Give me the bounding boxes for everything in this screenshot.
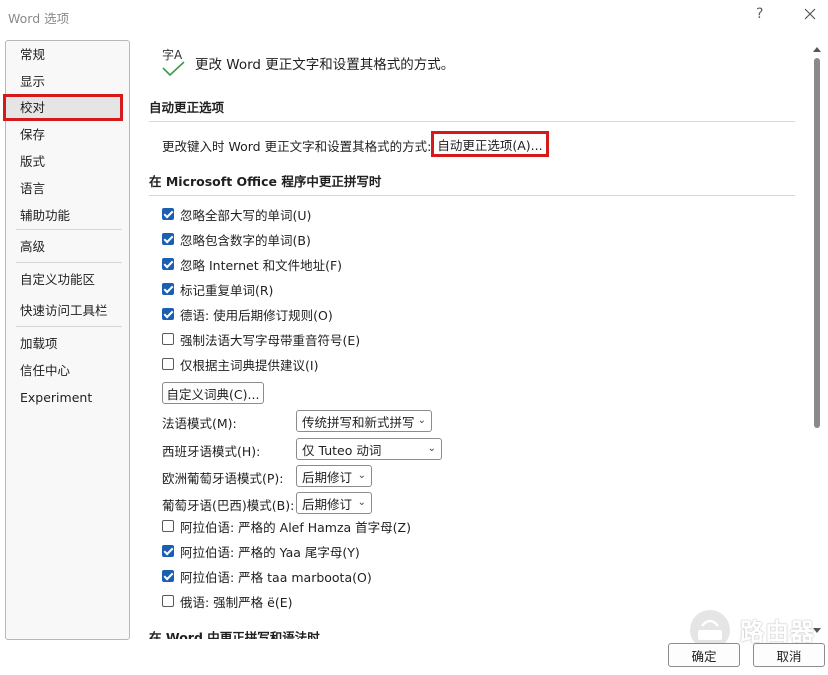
checkbox-checked-icon[interactable] xyxy=(162,283,174,295)
options-sidebar: 常规 显示 校对 保存 版式 语言 辅助功能 高级 自定义功能区 快速访问工具栏… xyxy=(3,40,130,640)
cancel-button[interactable]: 取消 xyxy=(753,643,825,667)
sidebar-item-general[interactable]: 常规 xyxy=(20,47,45,63)
checkbox-label: 德语: 使用后期修订规则(O) xyxy=(180,307,333,323)
checkbox-ignore-numbers[interactable]: 忽略包含数字的单词(B) xyxy=(162,231,311,248)
autocorrect-options-button[interactable]: 自动更正选项(A)... xyxy=(431,131,549,157)
chevron-down-icon: ⌄ xyxy=(357,497,366,508)
checkbox-french-accented[interactable]: 强制法语大写字母带重音符号(E) xyxy=(162,331,361,348)
proofing-abc-check-icon: 字A xyxy=(160,46,188,80)
checkbox-german-post-reform[interactable]: 德语: 使用后期修订规则(O) xyxy=(162,306,333,323)
checkbox-label: 忽略全部大写的单词(U) xyxy=(180,207,312,223)
scrollbar-thumb[interactable] xyxy=(814,58,820,428)
select-value: 传统拼写和新式拼写 xyxy=(302,414,415,430)
checkbox-russian-strict-yo[interactable]: 俄语: 强制严格 ë(E) xyxy=(162,593,293,610)
section-divider xyxy=(149,121,795,122)
checkbox-unchecked-icon[interactable] xyxy=(162,595,174,607)
custom-dictionaries-button[interactable]: 自定义词典(C)... xyxy=(162,382,264,404)
sidebar-divider xyxy=(16,229,122,230)
sidebar-item-advanced[interactable]: 高级 xyxy=(20,239,45,255)
scroll-up-arrow-icon[interactable] xyxy=(812,44,822,54)
sidebar-item-layout[interactable]: 版式 xyxy=(20,154,45,170)
sidebar-item-add-ins[interactable]: 加载项 xyxy=(20,336,58,352)
sidebar-divider xyxy=(16,326,122,327)
checkbox-checked-icon[interactable] xyxy=(162,308,174,320)
autocorrect-label: 更改键入时 Word 更正文字和设置其格式的方式: xyxy=(162,139,432,154)
checkbox-arabic-taa-marboota[interactable]: 阿拉伯语: 严格 taa marboota(O) xyxy=(162,568,372,585)
sidebar-item-quick-access-toolbar[interactable]: 快速访问工具栏 xyxy=(20,303,108,319)
section-divider xyxy=(149,195,795,196)
french-mode-label: 法语模式(M): xyxy=(162,416,237,431)
checkbox-label: 忽略 Internet 和文件地址(F) xyxy=(180,257,343,273)
checkbox-checked-icon[interactable] xyxy=(162,545,174,557)
chevron-down-icon: ⌄ xyxy=(357,470,366,481)
checkbox-flag-repeated[interactable]: 标记重复单词(R) xyxy=(162,281,274,298)
checkbox-label: 仅根据主词典提供建议(I) xyxy=(180,357,319,373)
checkbox-label: 忽略包含数字的单词(B) xyxy=(180,232,311,248)
checkbox-checked-icon[interactable] xyxy=(162,208,174,220)
page-description: 更改 Word 更正文字和设置其格式的方式。 xyxy=(195,57,455,73)
checkbox-unchecked-icon[interactable] xyxy=(162,333,174,345)
section-heading-autocorrect: 自动更正选项 xyxy=(149,100,225,115)
select-value: 后期修订 xyxy=(302,469,353,485)
watermark-text: 路由器 xyxy=(740,618,815,646)
sidebar-item-save[interactable]: 保存 xyxy=(20,127,45,143)
checkbox-checked-icon[interactable] xyxy=(162,258,174,270)
sidebar-item-accessibility[interactable]: 辅助功能 xyxy=(20,208,70,224)
help-button[interactable]: ? xyxy=(756,6,763,22)
sidebar-item-language[interactable]: 语言 xyxy=(20,181,45,197)
select-value: 仅 Tuteo 动词 xyxy=(302,442,382,458)
sidebar-item-experiment[interactable]: Experiment xyxy=(20,390,92,406)
checkbox-ignore-internet[interactable]: 忽略 Internet 和文件地址(F) xyxy=(162,256,343,273)
checkbox-label: 俄语: 强制严格 ë(E) xyxy=(180,594,293,610)
checkbox-label: 阿拉伯语: 严格 taa marboota(O) xyxy=(180,569,372,585)
portuguese-eu-mode-label: 欧洲葡萄牙语模式(P): xyxy=(162,471,284,486)
checkbox-checked-icon[interactable] xyxy=(162,233,174,245)
sidebar-item-trust-center[interactable]: 信任中心 xyxy=(20,363,70,379)
checkbox-label: 阿拉伯语: 严格的 Alef Hamza 首字母(Z) xyxy=(180,519,411,535)
checkbox-unchecked-icon[interactable] xyxy=(162,358,174,370)
ok-button[interactable]: 确定 xyxy=(668,643,740,667)
checkbox-main-dictionary[interactable]: 仅根据主词典提供建议(I) xyxy=(162,356,319,373)
close-icon[interactable] xyxy=(800,4,820,24)
window-title: Word 选项 xyxy=(8,11,70,26)
section-heading-office-spelling: 在 Microsoft Office 程序中更正拼写时 xyxy=(149,174,382,189)
portuguese-eu-mode-select[interactable]: 后期修订 ⌄ xyxy=(296,465,372,487)
checkbox-label: 标记重复单词(R) xyxy=(180,282,274,298)
sidebar-item-display[interactable]: 显示 xyxy=(20,74,45,90)
spanish-mode-select[interactable]: 仅 Tuteo 动词 ⌄ xyxy=(296,438,442,460)
portuguese-br-mode-label: 葡萄牙语(巴西)模式(B): xyxy=(162,498,295,513)
chevron-down-icon: ⌄ xyxy=(417,415,426,426)
french-mode-select[interactable]: 传统拼写和新式拼写 ⌄ xyxy=(296,410,432,432)
checkbox-unchecked-icon[interactable] xyxy=(162,520,174,532)
checkbox-checked-icon[interactable] xyxy=(162,570,174,582)
checkbox-arabic-alef-hamza[interactable]: 阿拉伯语: 严格的 Alef Hamza 首字母(Z) xyxy=(162,518,411,535)
sidebar-divider xyxy=(16,262,122,263)
portuguese-br-mode-select[interactable]: 后期修订 ⌄ xyxy=(296,492,372,514)
select-value: 后期修订 xyxy=(302,496,353,512)
sidebar-item-customize-ribbon[interactable]: 自定义功能区 xyxy=(20,272,95,288)
section-heading-word-spelling: 在 Word 中更正拼写和语法时 xyxy=(149,630,320,639)
checkbox-ignore-uppercase[interactable]: 忽略全部大写的单词(U) xyxy=(162,206,312,223)
chevron-down-icon: ⌄ xyxy=(427,443,436,454)
checkbox-arabic-yaa[interactable]: 阿拉伯语: 严格的 Yaa 尾字母(Y) xyxy=(162,543,360,560)
sidebar-item-proofing[interactable]: 校对 xyxy=(20,100,45,116)
checkbox-label: 强制法语大写字母带重音符号(E) xyxy=(180,332,361,348)
spanish-mode-label: 西班牙语模式(H): xyxy=(162,444,261,459)
checkbox-label: 阿拉伯语: 严格的 Yaa 尾字母(Y) xyxy=(180,544,360,560)
